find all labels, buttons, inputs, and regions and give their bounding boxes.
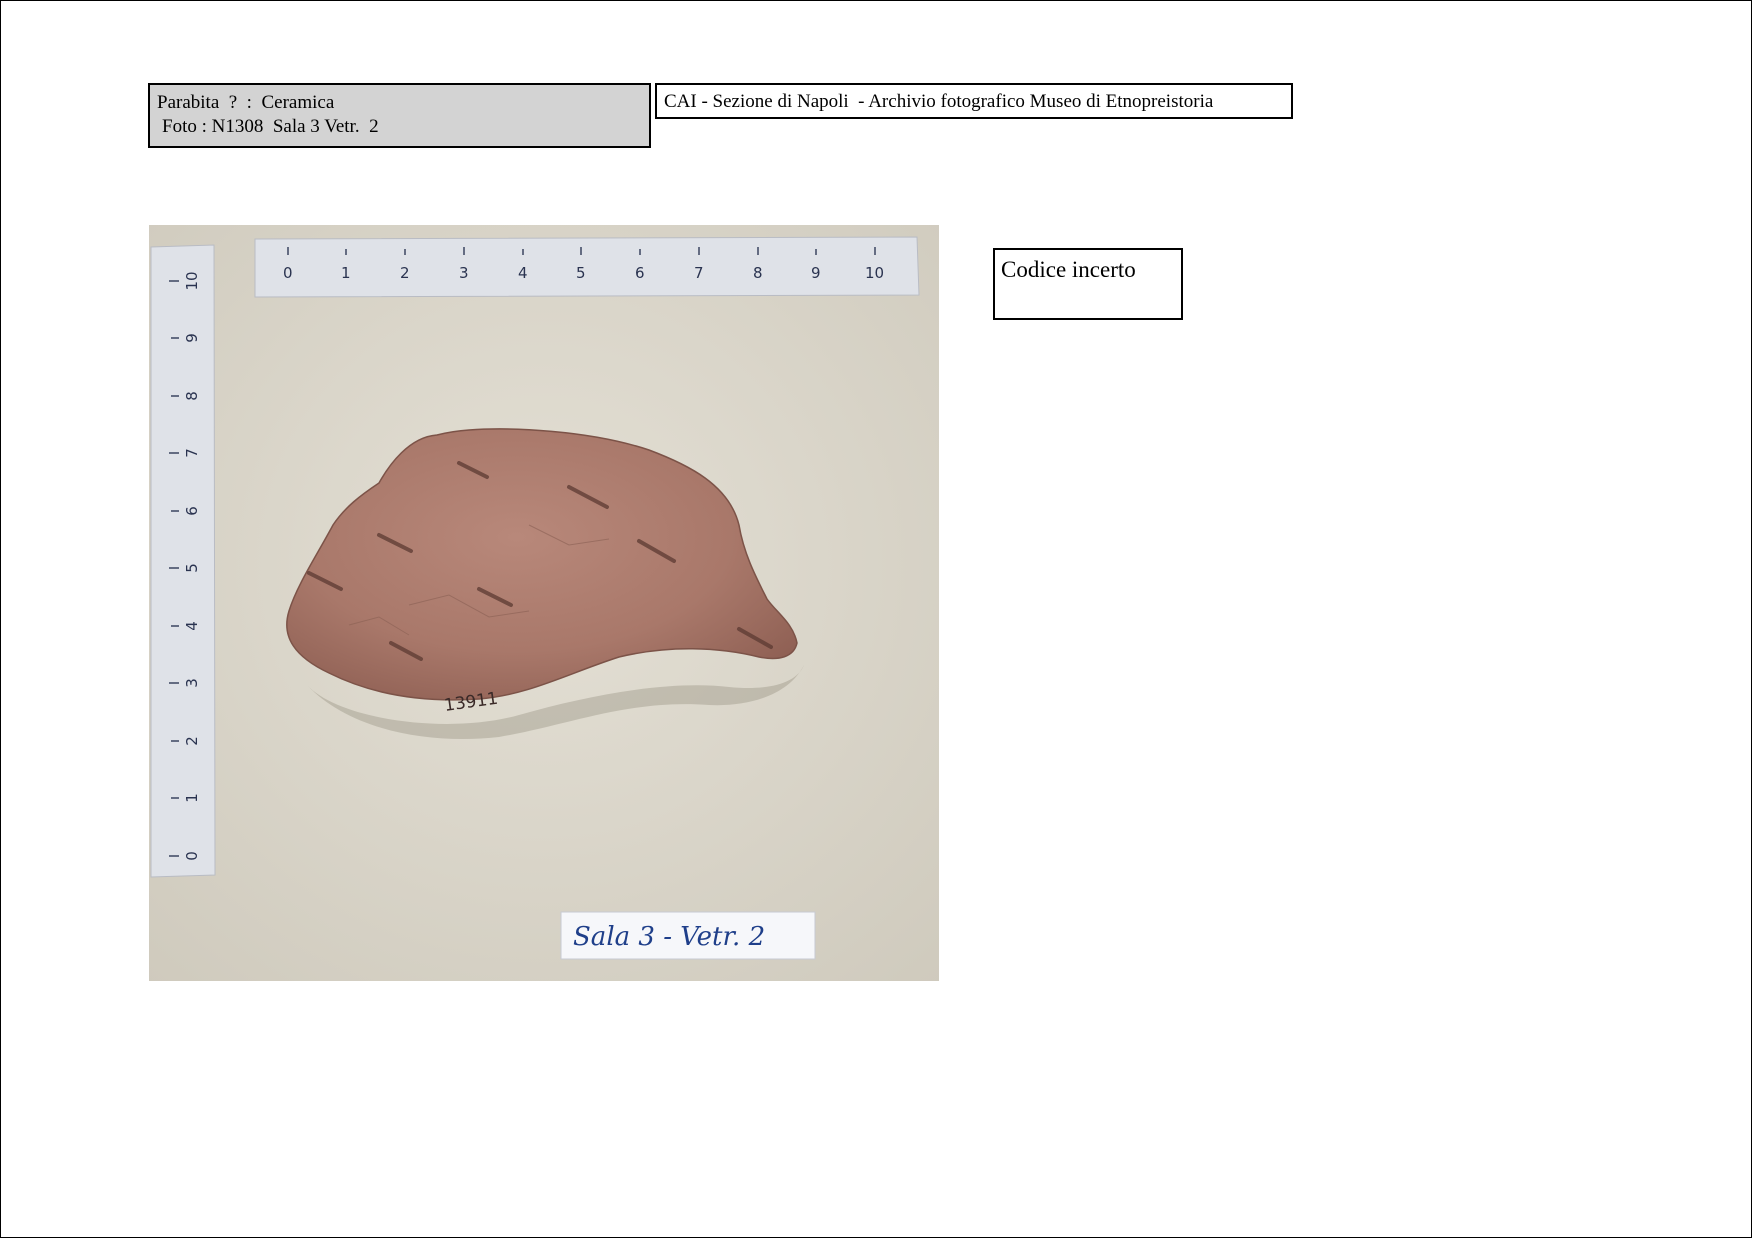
ruler-left-label: 1 xyxy=(183,793,201,803)
label-card-text: Sala 3 - Vetr. 2 xyxy=(573,922,765,952)
ruler-top-label: 10 xyxy=(865,264,884,282)
ruler-left-label: 3 xyxy=(183,678,201,688)
ruler-left: 0 1 2 3 4 5 6 7 8 9 10 xyxy=(150,244,216,878)
ruler-left-label: 10 xyxy=(183,271,201,290)
artifact-photo: 0 1 2 3 4 5 6 7 8 9 10 0 1 2 3 4 5 6 7 8… xyxy=(149,225,939,981)
ruler-top-label: 5 xyxy=(576,264,586,282)
ruler-top-label: 7 xyxy=(694,264,704,282)
ruler-left-label: 8 xyxy=(183,391,201,401)
label-card: Sala 3 - Vetr. 2 xyxy=(560,911,816,960)
ruler-top-label: 4 xyxy=(518,264,528,282)
ruler-left-label: 7 xyxy=(183,448,201,458)
archive-title: CAI - Sezione di Napoli - Archivio fotog… xyxy=(664,91,1214,112)
ruler-left-label: 6 xyxy=(183,506,201,516)
ruler-top-label: 3 xyxy=(459,264,469,282)
object-title: Parabita ? : Ceramica xyxy=(157,92,335,113)
ruler-left-label: 2 xyxy=(183,736,201,746)
ruler-top-label: 9 xyxy=(811,264,821,282)
ruler-top-label: 0 xyxy=(283,264,293,282)
object-info-box: Parabita ? : Ceramica Foto : N1308 Sala 3… xyxy=(148,83,651,148)
photo-reference: Foto : N1308 Sala 3 Vetr. 2 xyxy=(162,116,379,137)
ruler-left-label: 4 xyxy=(183,621,201,631)
ruler-left-label: 0 xyxy=(183,851,201,861)
code-note-box: Codice incerto xyxy=(993,248,1183,320)
ruler-top-label: 1 xyxy=(341,264,351,282)
archive-heading: CAI - Sezione di Napoli - Archivio fotog… xyxy=(655,83,1293,119)
ruler-top-label: 2 xyxy=(400,264,410,282)
ruler-top: 0 1 2 3 4 5 6 7 8 9 10 xyxy=(254,236,920,298)
ruler-left-label: 9 xyxy=(183,333,201,343)
code-note: Codice incerto xyxy=(1001,257,1136,282)
ruler-top-label: 6 xyxy=(635,264,645,282)
ruler-top-label: 8 xyxy=(753,264,763,282)
ruler-left-label: 5 xyxy=(183,563,201,573)
